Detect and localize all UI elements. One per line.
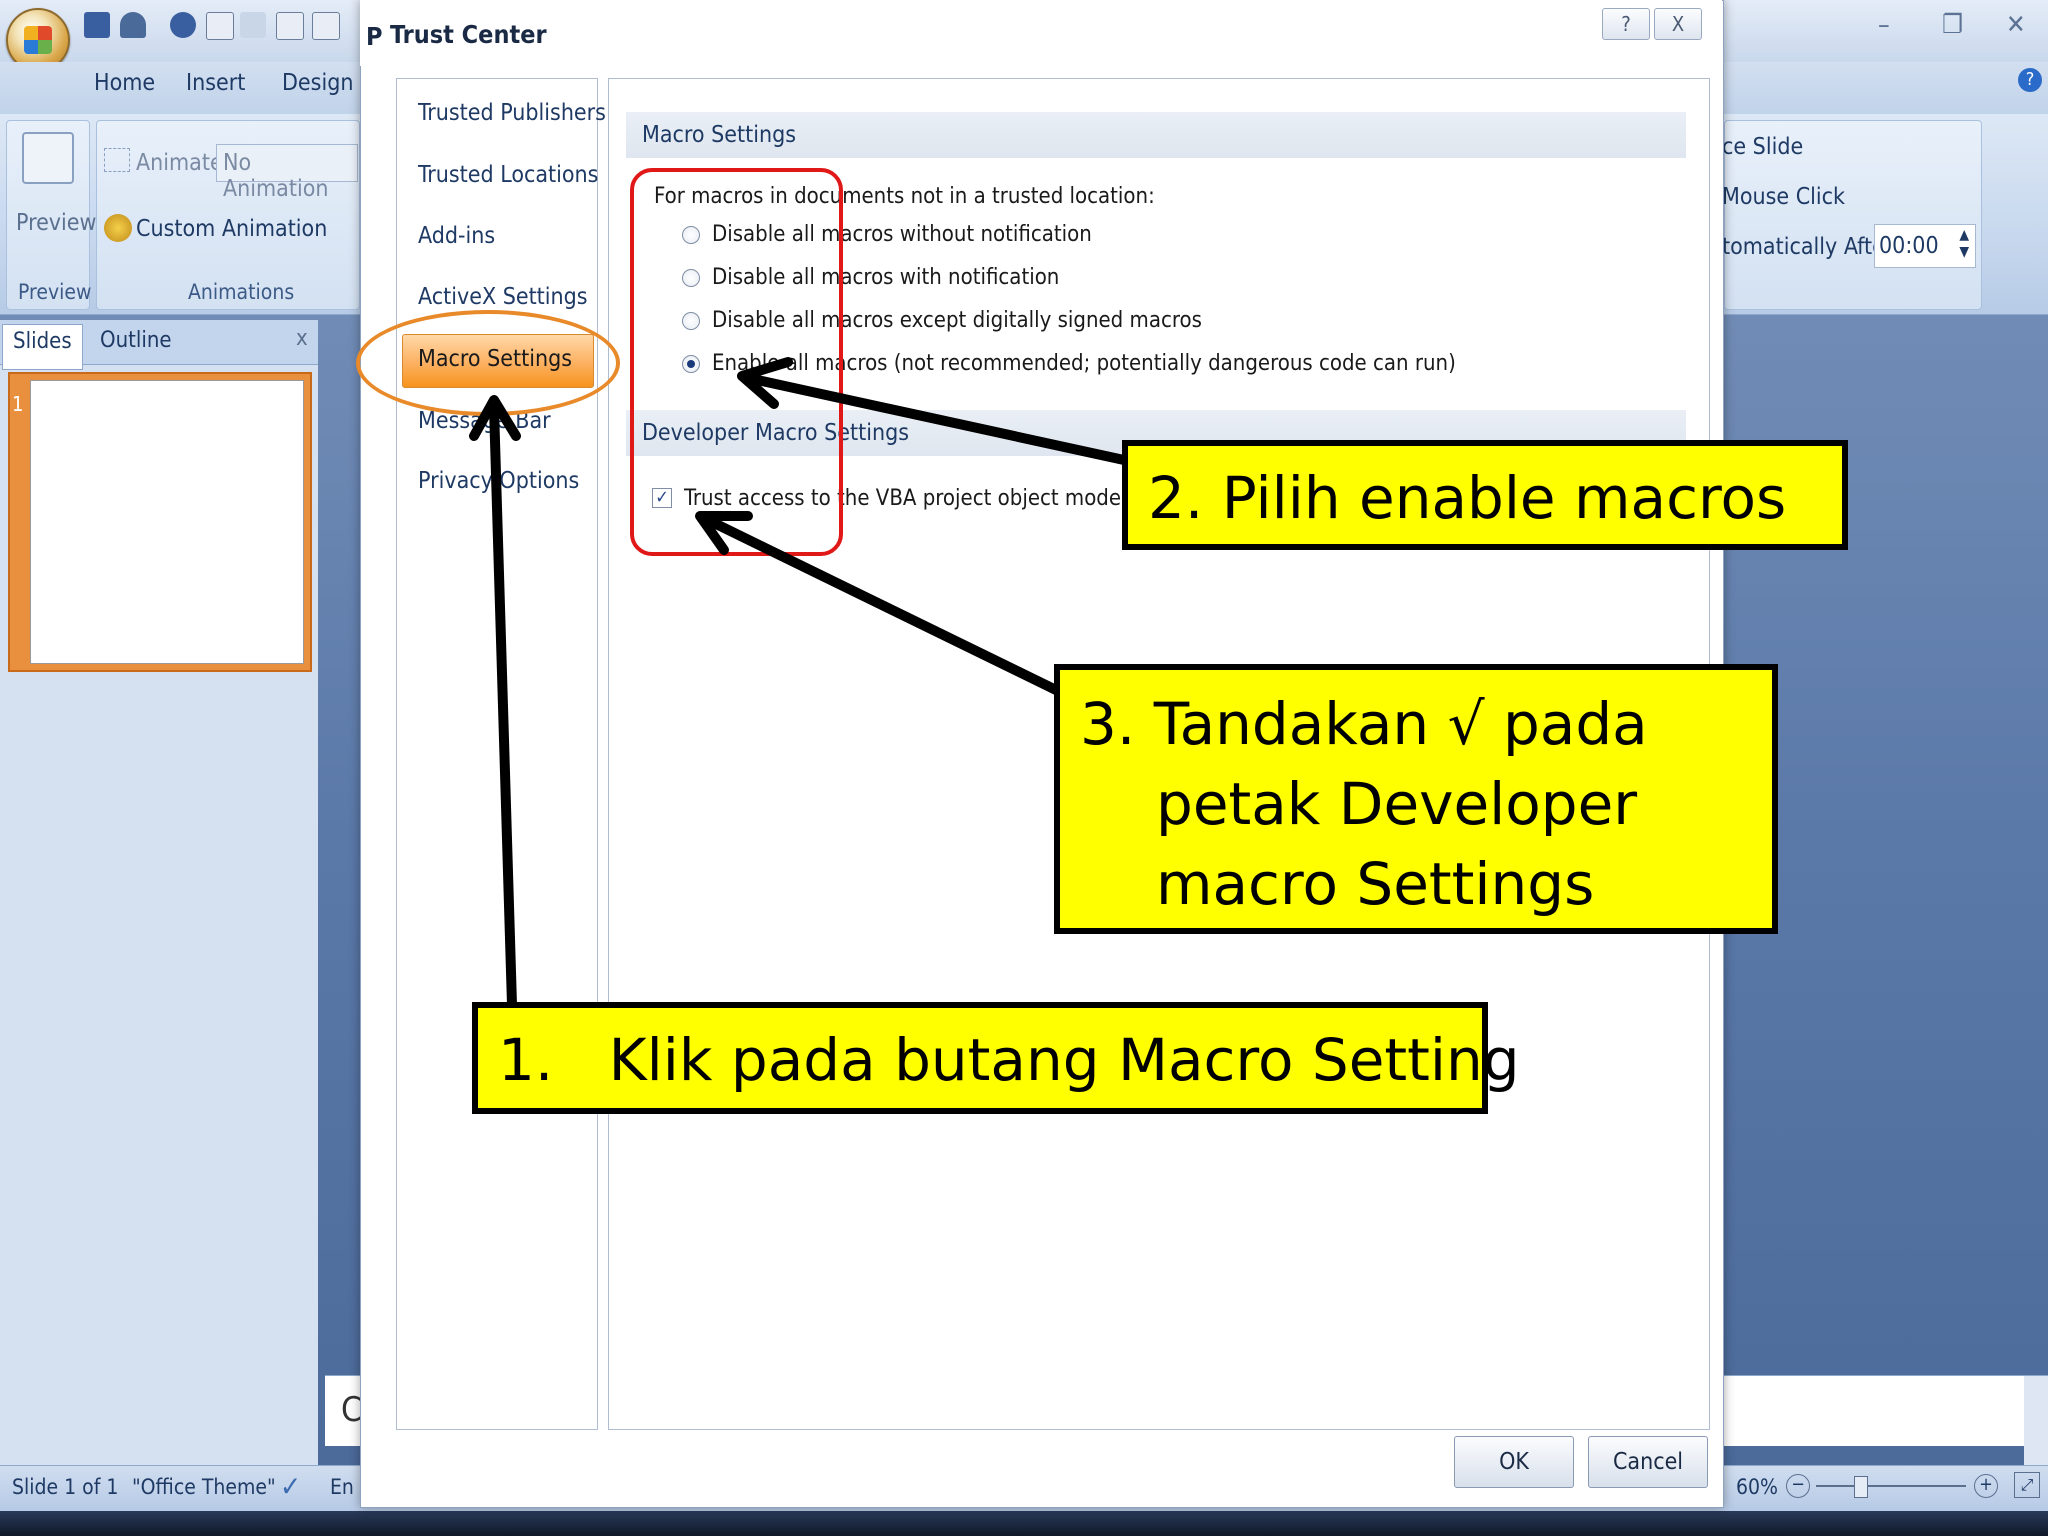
spellcheck-icon[interactable]: ✓ bbox=[280, 1470, 301, 1503]
callout-step-3: 3. Tandakan √ pada petak Developer macro… bbox=[1054, 664, 1778, 934]
pane-close-icon[interactable]: x bbox=[296, 326, 308, 351]
preview-group-label: Preview bbox=[18, 280, 92, 304]
spinner-icon[interactable]: ▲ ▼ bbox=[1959, 227, 1969, 261]
callout-step-1: 1. Klik pada butang Macro Setting bbox=[472, 1002, 1520, 1114]
slide-count: Slide 1 of 1 bbox=[12, 1475, 119, 1499]
custom-animation-button[interactable]: Custom Animation bbox=[136, 216, 327, 242]
auto-time-value: 00:00 bbox=[1879, 233, 1939, 259]
dialog-title: Trust Center bbox=[390, 20, 547, 49]
ok-button[interactable]: OK bbox=[1454, 1436, 1574, 1488]
close-window-icon[interactable]: ✕ bbox=[2006, 10, 2026, 40]
animate-icon bbox=[104, 148, 130, 172]
taskbar bbox=[0, 1511, 2048, 1536]
close-icon: X bbox=[1671, 12, 1685, 36]
zoom-in-icon[interactable]: + bbox=[1974, 1474, 1998, 1498]
fit-window-icon[interactable]: ⤢ bbox=[2014, 1472, 2040, 1498]
redo-icon[interactable] bbox=[170, 12, 196, 38]
dialog-close-button[interactable]: X bbox=[1654, 8, 1702, 40]
tab-insert[interactable]: Insert bbox=[186, 70, 245, 96]
undo-icon[interactable] bbox=[120, 12, 146, 38]
nav-activex-settings[interactable]: ActiveX Settings bbox=[418, 284, 588, 310]
auto-time-input[interactable]: 00:00 ▲ ▼ bbox=[1874, 224, 1976, 268]
new-document-icon[interactable] bbox=[312, 12, 340, 40]
zoom-level[interactable]: 60% bbox=[1736, 1475, 1778, 1499]
orange-highlight-oval bbox=[356, 310, 620, 416]
red-highlight-box bbox=[630, 168, 843, 556]
callout-step-2-text: 2. Pilih enable macros bbox=[1148, 464, 1787, 532]
dialog-help-button[interactable]: ? bbox=[1602, 8, 1650, 40]
callout-step-3-block: 3. Tandakan √ pada petak Developer macro… bbox=[1080, 684, 1648, 924]
tab-home[interactable]: Home bbox=[94, 70, 155, 96]
nav-trusted-locations[interactable]: Trusted Locations bbox=[418, 162, 598, 188]
callout-step-3-line3: macro Settings bbox=[1156, 850, 1595, 918]
callout-step-3-line2: petak Developer bbox=[1156, 770, 1638, 838]
save-icon[interactable] bbox=[84, 12, 110, 38]
tab-design[interactable]: Design bbox=[282, 70, 353, 96]
slide-number: 1 bbox=[12, 392, 24, 416]
animations-group-label: Animations bbox=[188, 280, 295, 304]
zoom-out-icon[interactable]: − bbox=[1786, 1474, 1810, 1498]
dialog-titlebar bbox=[360, 0, 1722, 66]
nav-privacy-options[interactable]: Privacy Options bbox=[418, 468, 579, 494]
cancel-button[interactable]: Cancel bbox=[1588, 1436, 1708, 1488]
question-icon: ? bbox=[1621, 12, 1631, 36]
macro-settings-heading: Macro Settings bbox=[642, 122, 797, 148]
language[interactable]: En bbox=[330, 1475, 354, 1499]
tab-slides[interactable]: Slides bbox=[2, 324, 83, 370]
nav-trusted-publishers[interactable]: Trusted Publishers bbox=[418, 100, 606, 126]
macro-settings-header: Macro Settings bbox=[626, 112, 1686, 158]
slide-thumbnail-canvas bbox=[30, 380, 304, 664]
restore-icon[interactable]: ❐ bbox=[1942, 10, 1963, 40]
custom-animation-icon[interactable] bbox=[104, 214, 132, 242]
scrollbar[interactable] bbox=[2024, 1376, 2048, 1466]
preview-button-label[interactable]: Preview bbox=[16, 210, 96, 236]
background-title-fragment: P bbox=[366, 22, 383, 51]
zoom-slider[interactable] bbox=[1816, 1485, 1966, 1487]
tab-outline[interactable]: Outline bbox=[90, 324, 182, 368]
minimize-icon[interactable]: – bbox=[1878, 10, 1890, 40]
animate-value: No Animation bbox=[223, 150, 329, 202]
print-preview-icon[interactable] bbox=[206, 12, 234, 40]
animate-dropdown[interactable]: No Animation bbox=[216, 144, 358, 202]
office-logo-icon bbox=[24, 26, 52, 54]
format-painter-icon[interactable] bbox=[240, 12, 266, 38]
nav-panel bbox=[396, 78, 598, 1430]
zoom-slider-thumb[interactable] bbox=[1854, 1476, 1868, 1498]
callout-step-2: 2. Pilih enable macros bbox=[1122, 440, 1848, 550]
callout-step-3-line1: 3. Tandakan √ pada bbox=[1080, 690, 1648, 758]
theme-name: "Office Theme" bbox=[132, 1475, 276, 1499]
slideshow-icon[interactable] bbox=[276, 12, 304, 40]
preview-icon[interactable] bbox=[22, 132, 74, 184]
nav-add-ins[interactable]: Add-ins bbox=[418, 223, 495, 249]
help-icon[interactable]: ? bbox=[2018, 68, 2042, 92]
on-mouse-click-label[interactable]: Mouse Click bbox=[1722, 184, 1845, 210]
callout-step-1-text: 1. Klik pada butang Macro Setting bbox=[498, 1026, 1520, 1094]
advance-slide-label: ce Slide bbox=[1722, 134, 1804, 160]
